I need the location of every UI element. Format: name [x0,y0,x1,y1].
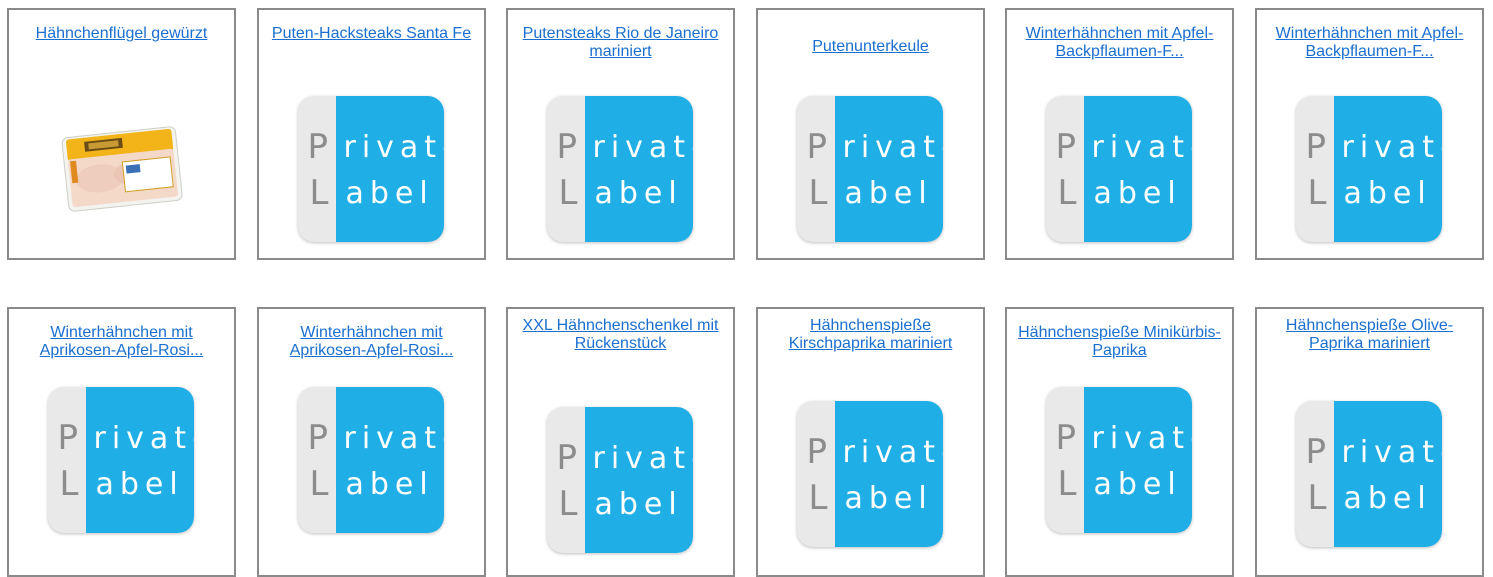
private-label-image[interactable]: P rivate L abel [796,96,943,242]
product-title-link[interactable]: Putenunterkeule [764,38,977,56]
logo-letter-p: P [556,127,578,167]
product-tile: Hähnchenflügel gewürzt [7,8,236,260]
logo-text-abel: abel [844,176,933,211]
label-blue-panel [834,401,943,547]
logo-letter-p: P [806,127,828,167]
private-label-image[interactable]: P rivate L abel [297,387,444,533]
product-tile: Winterhähnchen mit Aprikosen-Apfel-Rosi.… [257,307,486,577]
logo-letter-l: L [558,484,578,524]
product-tile: Puten-Hacksteaks Santa Fe P rivate L abe… [257,8,486,260]
logo-text-abel: abel [594,176,683,211]
label-blue-panel [1083,96,1192,242]
logo-text-rivate: rivate [1091,130,1192,165]
product-tile: Winterhähnchen mit Aprikosen-Apfel-Rosi.… [7,307,236,577]
label-blue-panel [1083,387,1192,533]
private-label-image[interactable]: P rivate L abel [546,407,693,553]
product-tile: Hähnchenspieße Minikürbis-Paprika P riva… [1005,307,1234,577]
product-title-link[interactable]: XXL Hähnchenschenkel mit Rückenstück [522,317,719,353]
logo-letter-p: P [307,418,329,458]
product-title-link[interactable]: Puten-Hacksteaks Santa Fe [265,25,478,43]
private-label-image[interactable]: P rivate L abel [1295,401,1442,547]
logo-letter-l: L [808,478,828,518]
logo-letter-l: L [1057,464,1077,504]
logo-letter-p: P [1305,432,1327,472]
product-photo[interactable] [59,118,185,218]
logo-text-rivate: rivate [343,421,444,456]
logo-letter-p: P [1055,127,1077,167]
logo-text-abel: abel [844,481,933,516]
product-title-link[interactable]: Winterhähnchen mit Aprikosen-Apfel-Rosi.… [15,324,228,360]
logo-text-rivate: rivate [842,130,943,165]
private-label-image[interactable]: P rivate L abel [1045,387,1192,533]
private-label-image[interactable]: P rivate L abel [546,96,693,242]
logo-letter-l: L [1307,478,1327,518]
logo-text-rivate: rivate [592,130,693,165]
product-tile: Putenunterkeule P rivate L abel [756,8,985,260]
logo-letter-l: L [309,464,329,504]
product-tile: Hähnchenspieße Olive-Paprika mariniert P… [1255,307,1484,577]
logo-letter-p: P [556,438,578,478]
logo-letter-p: P [1305,127,1327,167]
logo-text-abel: abel [1343,481,1432,516]
logo-text-rivate: rivate [1341,435,1442,470]
product-tile: Putensteaks Rio de Janeiro mariniert P r… [506,8,735,260]
logo-letter-l: L [1307,173,1327,213]
product-title-link[interactable]: Putensteaks Rio de Janeiro mariniert [514,25,727,61]
label-blue-panel [85,387,194,533]
product-title-link[interactable]: Winterhähnchen mit Apfel-Backpflaumen-F.… [1263,25,1476,61]
product-title-link[interactable]: Hähnchenspieße Kirschpaprika mariniert [764,317,977,353]
logo-text-abel: abel [1343,176,1432,211]
product-title-link[interactable]: Hähnchenspieße Minikürbis-Paprika [1013,324,1226,360]
product-title-link[interactable]: Winterhähnchen mit Apfel-Backpflaumen-F.… [1013,25,1226,61]
logo-letter-l: L [558,173,578,213]
logo-text-rivate: rivate [592,441,693,476]
private-label-image[interactable]: P rivate L abel [1295,96,1442,242]
product-tile: Hähnchenspieße Kirschpaprika mariniert P… [756,307,985,577]
logo-text-rivate: rivate [93,421,194,456]
private-label-image[interactable]: P rivate L abel [297,96,444,242]
logo-text-rivate: rivate [343,130,444,165]
private-label-image[interactable]: P rivate L abel [796,401,943,547]
product-title-link[interactable]: Hähnchenspieße Olive-Paprika mariniert [1263,317,1476,353]
logo-letter-p: P [307,127,329,167]
label-blue-panel [1333,96,1442,242]
logo-text-abel: abel [95,467,184,502]
label-blue-panel [1333,401,1442,547]
logo-text-rivate: rivate [842,435,943,470]
logo-text-rivate: rivate [1091,421,1192,456]
logo-text-abel: abel [345,467,434,502]
product-title-link[interactable]: Hähnchenflügel gewürzt [15,25,228,43]
label-blue-panel [335,96,444,242]
logo-letter-l: L [1057,173,1077,213]
product-tile: Winterhähnchen mit Apfel-Backpflaumen-F.… [1005,8,1234,260]
private-label-image[interactable]: P rivate L abel [1045,96,1192,242]
label-blue-panel [584,96,693,242]
logo-letter-l: L [808,173,828,213]
label-blue-panel [335,387,444,533]
logo-text-abel: abel [1093,176,1182,211]
private-label-image[interactable]: P rivate L abel [47,387,194,533]
logo-text-abel: abel [1093,467,1182,502]
logo-letter-l: L [59,464,79,504]
logo-letter-l: L [309,173,329,213]
logo-letter-p: P [806,432,828,472]
logo-text-rivate: rivate [1341,130,1442,165]
logo-letter-p: P [57,418,79,458]
product-title-link[interactable]: Winterhähnchen mit Aprikosen-Apfel-Rosi.… [265,324,478,360]
logo-text-abel: abel [345,176,434,211]
product-tile: XXL Hähnchenschenkel mit Rückenstück P r… [506,307,735,577]
logo-text-abel: abel [594,487,683,522]
product-grid: Hähnchenflügel gewürzt Puten-Hacksteaks … [0,0,1493,577]
logo-letter-p: P [1055,418,1077,458]
product-tile: Winterhähnchen mit Apfel-Backpflaumen-F.… [1255,8,1484,260]
label-blue-panel [834,96,943,242]
label-blue-panel [584,407,693,553]
